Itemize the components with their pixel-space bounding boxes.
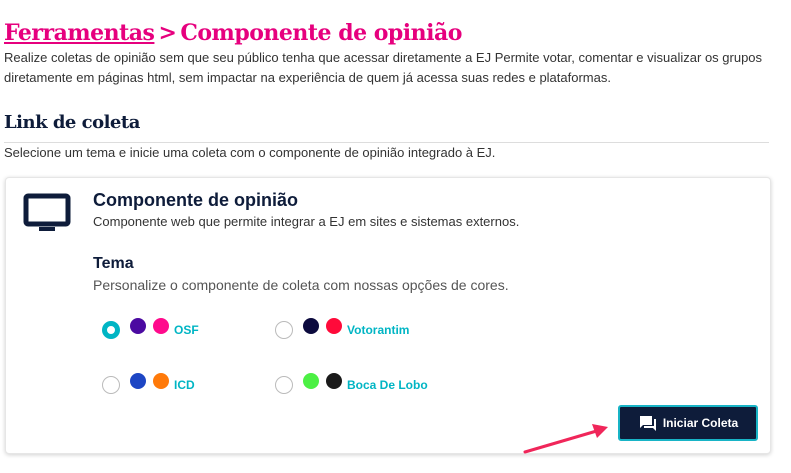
theme-option-boca-de-lobo[interactable]: Boca De Lobo xyxy=(275,373,428,394)
start-collection-label: Iniciar Coleta xyxy=(662,416,739,430)
color-swatch xyxy=(326,318,342,334)
page-title: Ferramentas > Componente de opinião xyxy=(4,20,462,46)
card-title: Componente de opinião xyxy=(93,190,298,210)
theme-option-label: Votorantim xyxy=(347,323,410,337)
theme-option-votorantim[interactable]: Votorantim xyxy=(275,318,410,339)
theme-option-icd[interactable]: ICD xyxy=(102,373,195,394)
color-swatch xyxy=(153,373,169,389)
color-swatch xyxy=(130,373,146,389)
section-description: Selecione um tema e inicie uma coleta co… xyxy=(4,145,496,160)
theme-option-osf[interactable]: OSF xyxy=(102,318,199,339)
chat-icon xyxy=(639,416,656,431)
breadcrumb-link[interactable]: Ferramentas xyxy=(4,20,155,46)
monitor-icon xyxy=(23,193,71,240)
breadcrumb-current: Componente de opinião xyxy=(180,20,462,46)
theme-radio[interactable] xyxy=(102,321,120,339)
theme-title: Tema xyxy=(93,255,134,272)
theme-option-label: Boca De Lobo xyxy=(347,378,428,392)
section-divider xyxy=(4,142,769,143)
color-swatch xyxy=(153,318,169,334)
theme-option-label: OSF xyxy=(174,323,199,337)
color-swatch xyxy=(303,318,319,334)
theme-option-label: ICD xyxy=(174,378,195,392)
color-swatch xyxy=(303,373,319,389)
color-swatch xyxy=(326,373,342,389)
page-description: Realize coletas de opinião sem que seu p… xyxy=(4,50,763,85)
theme-radio[interactable] xyxy=(275,376,293,394)
card-subtitle: Componente web que permite integrar a EJ… xyxy=(93,214,520,229)
breadcrumb-separator: > xyxy=(158,20,177,46)
theme-radio[interactable] xyxy=(102,376,120,394)
section-title: Link de coleta xyxy=(4,112,140,133)
arrow-pointer-icon xyxy=(523,424,608,454)
theme-radio[interactable] xyxy=(275,321,293,339)
component-card: Componente de opinião Componente web que… xyxy=(5,177,771,454)
theme-subtitle: Personalize o componente de coleta com n… xyxy=(93,277,509,293)
start-collection-button[interactable]: Iniciar Coleta xyxy=(618,405,758,441)
color-swatch xyxy=(130,318,146,334)
